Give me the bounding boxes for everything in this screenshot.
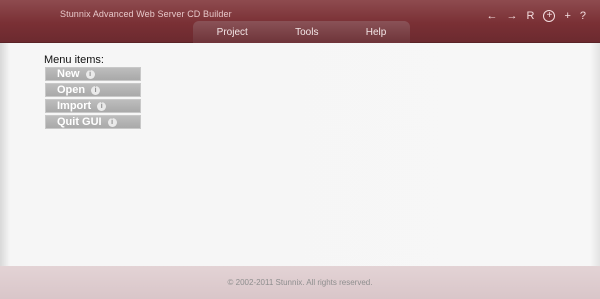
app-window: Stunnix Advanced Web Server CD Builder ←… xyxy=(0,0,600,299)
footer: © 2002-2011 Stunnix. All rights reserved… xyxy=(0,266,600,299)
window-title: Stunnix Advanced Web Server CD Builder xyxy=(60,9,232,19)
arrow-left-icon[interactable]: ← xyxy=(486,10,497,22)
info-icon[interactable]: i xyxy=(91,85,101,95)
nav-item-help[interactable]: Help xyxy=(360,27,393,38)
arrow-right-icon[interactable]: → xyxy=(506,10,517,22)
help-icon[interactable]: ? xyxy=(580,10,586,22)
info-icon[interactable]: i xyxy=(85,69,95,79)
menu-items-label: Menu items: xyxy=(44,54,104,66)
nav-item-project[interactable]: Project xyxy=(211,27,254,38)
new-button[interactable]: New i xyxy=(45,67,141,81)
import-button[interactable]: Import i xyxy=(45,99,141,113)
new-button-label: New xyxy=(57,68,80,80)
main-content: Menu items: New i Open i Import i Quit G… xyxy=(0,43,600,266)
menu-list: New i Open i Import i Quit GUI i xyxy=(45,67,141,131)
reload-icon[interactable]: R xyxy=(526,10,534,22)
import-button-label: Import xyxy=(57,100,92,112)
title-bar: Stunnix Advanced Web Server CD Builder ←… xyxy=(0,0,600,43)
nav-item-tools[interactable]: Tools xyxy=(289,27,324,38)
info-icon[interactable]: i xyxy=(107,117,117,127)
open-button-label: Open xyxy=(57,84,86,96)
copyright-text: © 2002-2011 Stunnix. All rights reserved… xyxy=(227,278,373,287)
open-button[interactable]: Open i xyxy=(45,83,141,97)
window-controls: ← → R + + ? xyxy=(486,9,586,23)
top-nav: Project Tools Help xyxy=(193,21,410,43)
quit-gui-button-label: Quit GUI xyxy=(57,116,102,128)
plus-icon[interactable]: + xyxy=(564,10,570,22)
circle-plus-icon[interactable]: + xyxy=(543,10,556,22)
info-icon[interactable]: i xyxy=(97,101,107,111)
quit-gui-button[interactable]: Quit GUI i xyxy=(45,115,141,129)
